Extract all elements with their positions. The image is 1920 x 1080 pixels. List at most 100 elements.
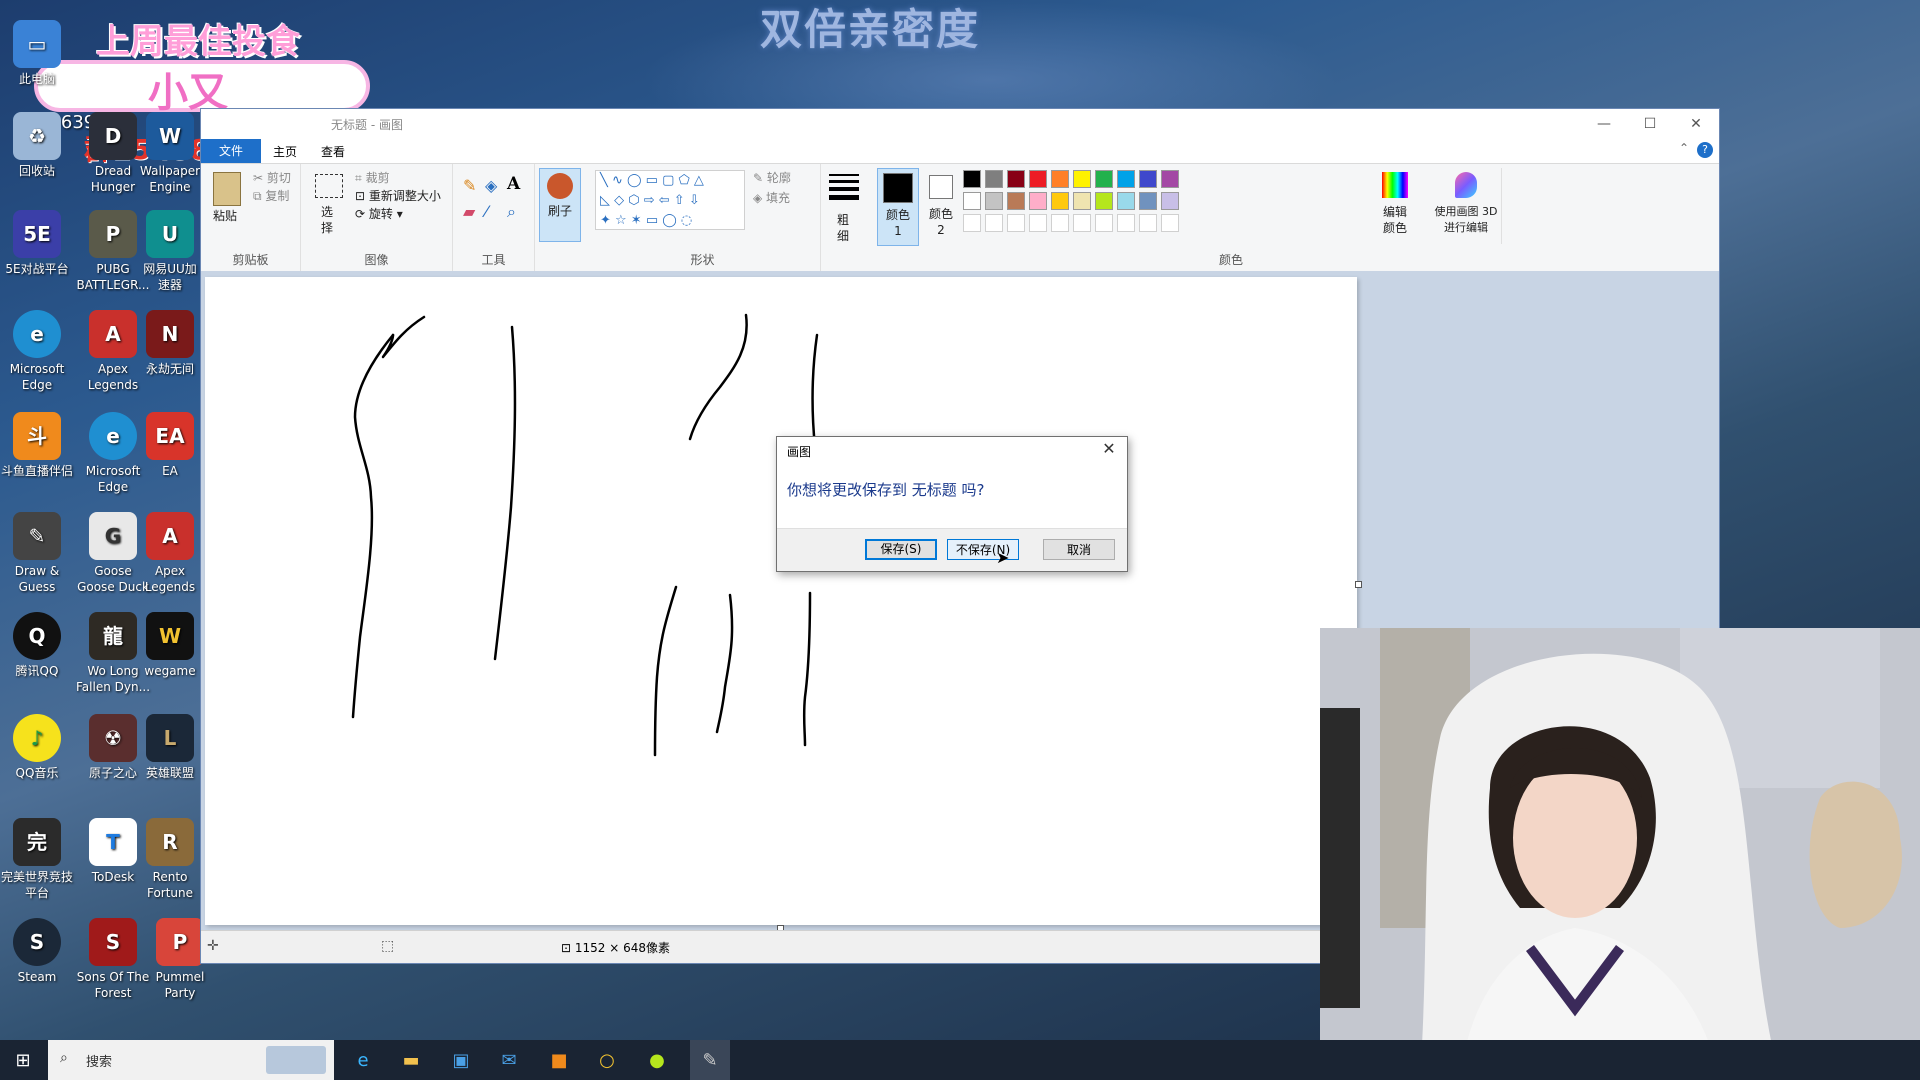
palette-swatch[interactable] — [1161, 192, 1179, 210]
desktop-icon-edge-2[interactable]: e Microsoft Edge — [76, 412, 150, 495]
desktop-icon-apex[interactable]: A Apex Legends — [76, 310, 150, 393]
desktop-icon-5e[interactable]: 5E 5E对战平台 — [0, 210, 74, 277]
desktop-icon-pubg[interactable]: P PUBG BATTLEGR... — [76, 210, 150, 293]
palette-custom-swatch[interactable] — [1029, 214, 1047, 232]
taskbar-search[interactable]: ⌕ 搜索 — [48, 1040, 334, 1080]
palette-swatch[interactable] — [1007, 192, 1025, 210]
save-button[interactable]: 保存(S) — [865, 539, 937, 560]
desktop-icon-qq[interactable]: Q 腾讯QQ — [0, 612, 74, 679]
color1-button[interactable]: 颜色 1 — [877, 168, 919, 246]
text-tool-icon[interactable]: A — [507, 174, 520, 194]
palette-swatch[interactable] — [1073, 192, 1091, 210]
close-button[interactable]: ✕ — [1673, 109, 1719, 139]
palette-swatch[interactable] — [1139, 192, 1157, 210]
crop-button[interactable]: ⌗ 裁剪 — [355, 170, 390, 186]
tab-view[interactable]: 查看 — [321, 143, 345, 160]
desktop-icon-draw-guess[interactable]: ✎ Draw & Guess — [0, 512, 74, 595]
desktop-icon-this-pc[interactable]: ▭ 此电脑 — [0, 20, 74, 87]
minimize-button[interactable]: — — [1581, 109, 1627, 139]
palette-swatch[interactable] — [1051, 170, 1069, 188]
desktop-icon-lol[interactable]: L 英雄联盟 — [140, 714, 200, 781]
desktop-icon-qq-music[interactable]: ♪ QQ音乐 — [0, 714, 74, 781]
desktop-icon-rento[interactable]: R Rento Fortune — [140, 818, 200, 901]
desktop-icon-atomic-heart[interactable]: ☢ 原子之心 — [76, 714, 150, 781]
drawing-canvas[interactable] — [205, 277, 1357, 925]
taskbar-mail[interactable]: ✉ — [494, 1046, 524, 1074]
help-icon[interactable]: ? — [1697, 142, 1713, 158]
desktop-icon-steam[interactable]: S Steam — [0, 918, 74, 985]
desktop-icon-todesk[interactable]: T ToDesk — [76, 818, 150, 885]
canvas-resize-handle-right[interactable] — [1355, 581, 1362, 588]
taskbar-edge[interactable]: e — [348, 1046, 378, 1074]
color-picker-icon[interactable]: ⁄ — [485, 202, 488, 221]
outline-button[interactable]: ✎ 轮廓 — [753, 170, 791, 186]
edit-colors-button[interactable]: 编辑颜色 — [1375, 168, 1415, 244]
paste-button[interactable]: 粘贴 — [213, 208, 237, 224]
palette-swatch[interactable] — [1095, 192, 1113, 210]
desktop-icon-ea[interactable]: EA EA — [140, 412, 200, 479]
brush-button[interactable]: 刷子 — [539, 168, 581, 242]
palette-swatch[interactable] — [1029, 192, 1047, 210]
palette-swatch[interactable] — [1117, 170, 1135, 188]
taskbar-douyu[interactable]: ■ — [544, 1046, 574, 1074]
desktop-icon-recycle-bin[interactable]: ♻ 回收站 — [0, 112, 74, 179]
start-button[interactable]: ⊞ — [8, 1046, 38, 1074]
palette-custom-swatch[interactable] — [1051, 214, 1069, 232]
palette-swatch[interactable] — [1117, 192, 1135, 210]
palette-custom-swatch[interactable] — [1007, 214, 1025, 232]
desktop-icon-wallpaper-engine[interactable]: W Wallpaper Engine — [140, 112, 200, 195]
desktop-icon-goose-goose-duck[interactable]: G Goose Goose Duck — [76, 512, 150, 595]
taskbar-file-explorer[interactable]: ▬ — [396, 1046, 426, 1074]
fill-bucket-icon[interactable]: ◈ — [485, 176, 497, 195]
pencil-icon[interactable]: ✎ — [463, 176, 476, 195]
palette-swatch[interactable] — [1029, 170, 1047, 188]
palette-swatch[interactable] — [1139, 170, 1157, 188]
collapse-ribbon-icon[interactable]: ⌃ — [1679, 141, 1689, 155]
paint3d-button[interactable]: 使用画图 3D 进行编辑 — [1431, 168, 1502, 244]
desktop-icon-dread-hunger[interactable]: D Dread Hunger — [76, 112, 150, 195]
maximize-button[interactable]: ☐ — [1627, 109, 1673, 139]
color2-button[interactable]: 颜色 2 — [921, 168, 961, 244]
dialog-close-button[interactable]: ✕ — [1097, 439, 1121, 461]
palette-custom-swatch[interactable] — [1095, 214, 1113, 232]
select-button[interactable]: 选择 — [321, 204, 335, 236]
shapes-gallery[interactable]: ╲ ∿ ◯ ▭ ▢ ⬠ △ ◺ ◇ ⬡ ⇨ ⇦ ⇧ ⇩ ✦ ☆ ✶ ▭ ◯ ◌ — [595, 170, 745, 230]
palette-swatch[interactable] — [963, 170, 981, 188]
tab-file[interactable]: 文件 — [201, 139, 261, 163]
desktop-icon-douyu[interactable]: 斗斗鱼直播伴侣 — [0, 412, 74, 479]
size-button[interactable]: 粗细 — [837, 212, 851, 244]
palette-swatch[interactable] — [1051, 192, 1069, 210]
cancel-button[interactable]: 取消 — [1043, 539, 1115, 560]
desktop-icon-uu[interactable]: U 网易UU加速器 — [140, 210, 200, 293]
desktop-icon-apex-2[interactable]: A Apex Legends — [140, 512, 200, 595]
rotate-button[interactable]: ⟳ 旋转 ▾ — [355, 206, 403, 222]
desktop-icon-naraka[interactable]: N 永劫无间 — [140, 310, 200, 377]
palette-swatch[interactable] — [985, 170, 1003, 188]
copy-button[interactable]: ⧉ 复制 — [253, 188, 289, 204]
tab-home[interactable]: 主页 — [273, 143, 297, 160]
resize-button[interactable]: ⊡ 重新调整大小 — [355, 188, 441, 204]
taskbar-paint[interactable]: ✎ — [690, 1040, 730, 1080]
palette-swatch[interactable] — [1073, 170, 1091, 188]
palette-custom-swatch[interactable] — [1073, 214, 1091, 232]
desktop-icon-sons-forest[interactable]: S Sons Of The Forest — [76, 918, 150, 1001]
palette-swatch[interactable] — [1095, 170, 1113, 188]
desktop-icon-wegame[interactable]: Wwegame — [140, 612, 200, 679]
cut-button[interactable]: ✂ 剪切 — [253, 170, 291, 186]
desktop-icon-perfect-world[interactable]: 完完美世界竞技平台 — [0, 818, 74, 901]
palette-swatch[interactable] — [1161, 170, 1179, 188]
desktop-icon-wo-long[interactable]: 龍 Wo Long Fallen Dyn... — [76, 612, 150, 695]
palette-custom-swatch[interactable] — [985, 214, 1003, 232]
eraser-icon[interactable]: ▰ — [463, 202, 475, 221]
taskbar-qq-music[interactable]: ● — [642, 1046, 672, 1074]
desktop-icon-edge[interactable]: e Microsoft Edge — [0, 310, 74, 393]
palette-swatch[interactable] — [963, 192, 981, 210]
magnifier-icon[interactable]: ⌕ — [507, 202, 516, 222]
palette-custom-swatch[interactable] — [963, 214, 981, 232]
palette-swatch[interactable] — [1007, 170, 1025, 188]
palette-swatch[interactable] — [985, 192, 1003, 210]
taskbar-store[interactable]: ▣ — [446, 1046, 476, 1074]
fill-button[interactable]: ◈ 填充 — [753, 190, 790, 206]
palette-custom-swatch[interactable] — [1139, 214, 1157, 232]
palette-custom-swatch[interactable] — [1161, 214, 1179, 232]
